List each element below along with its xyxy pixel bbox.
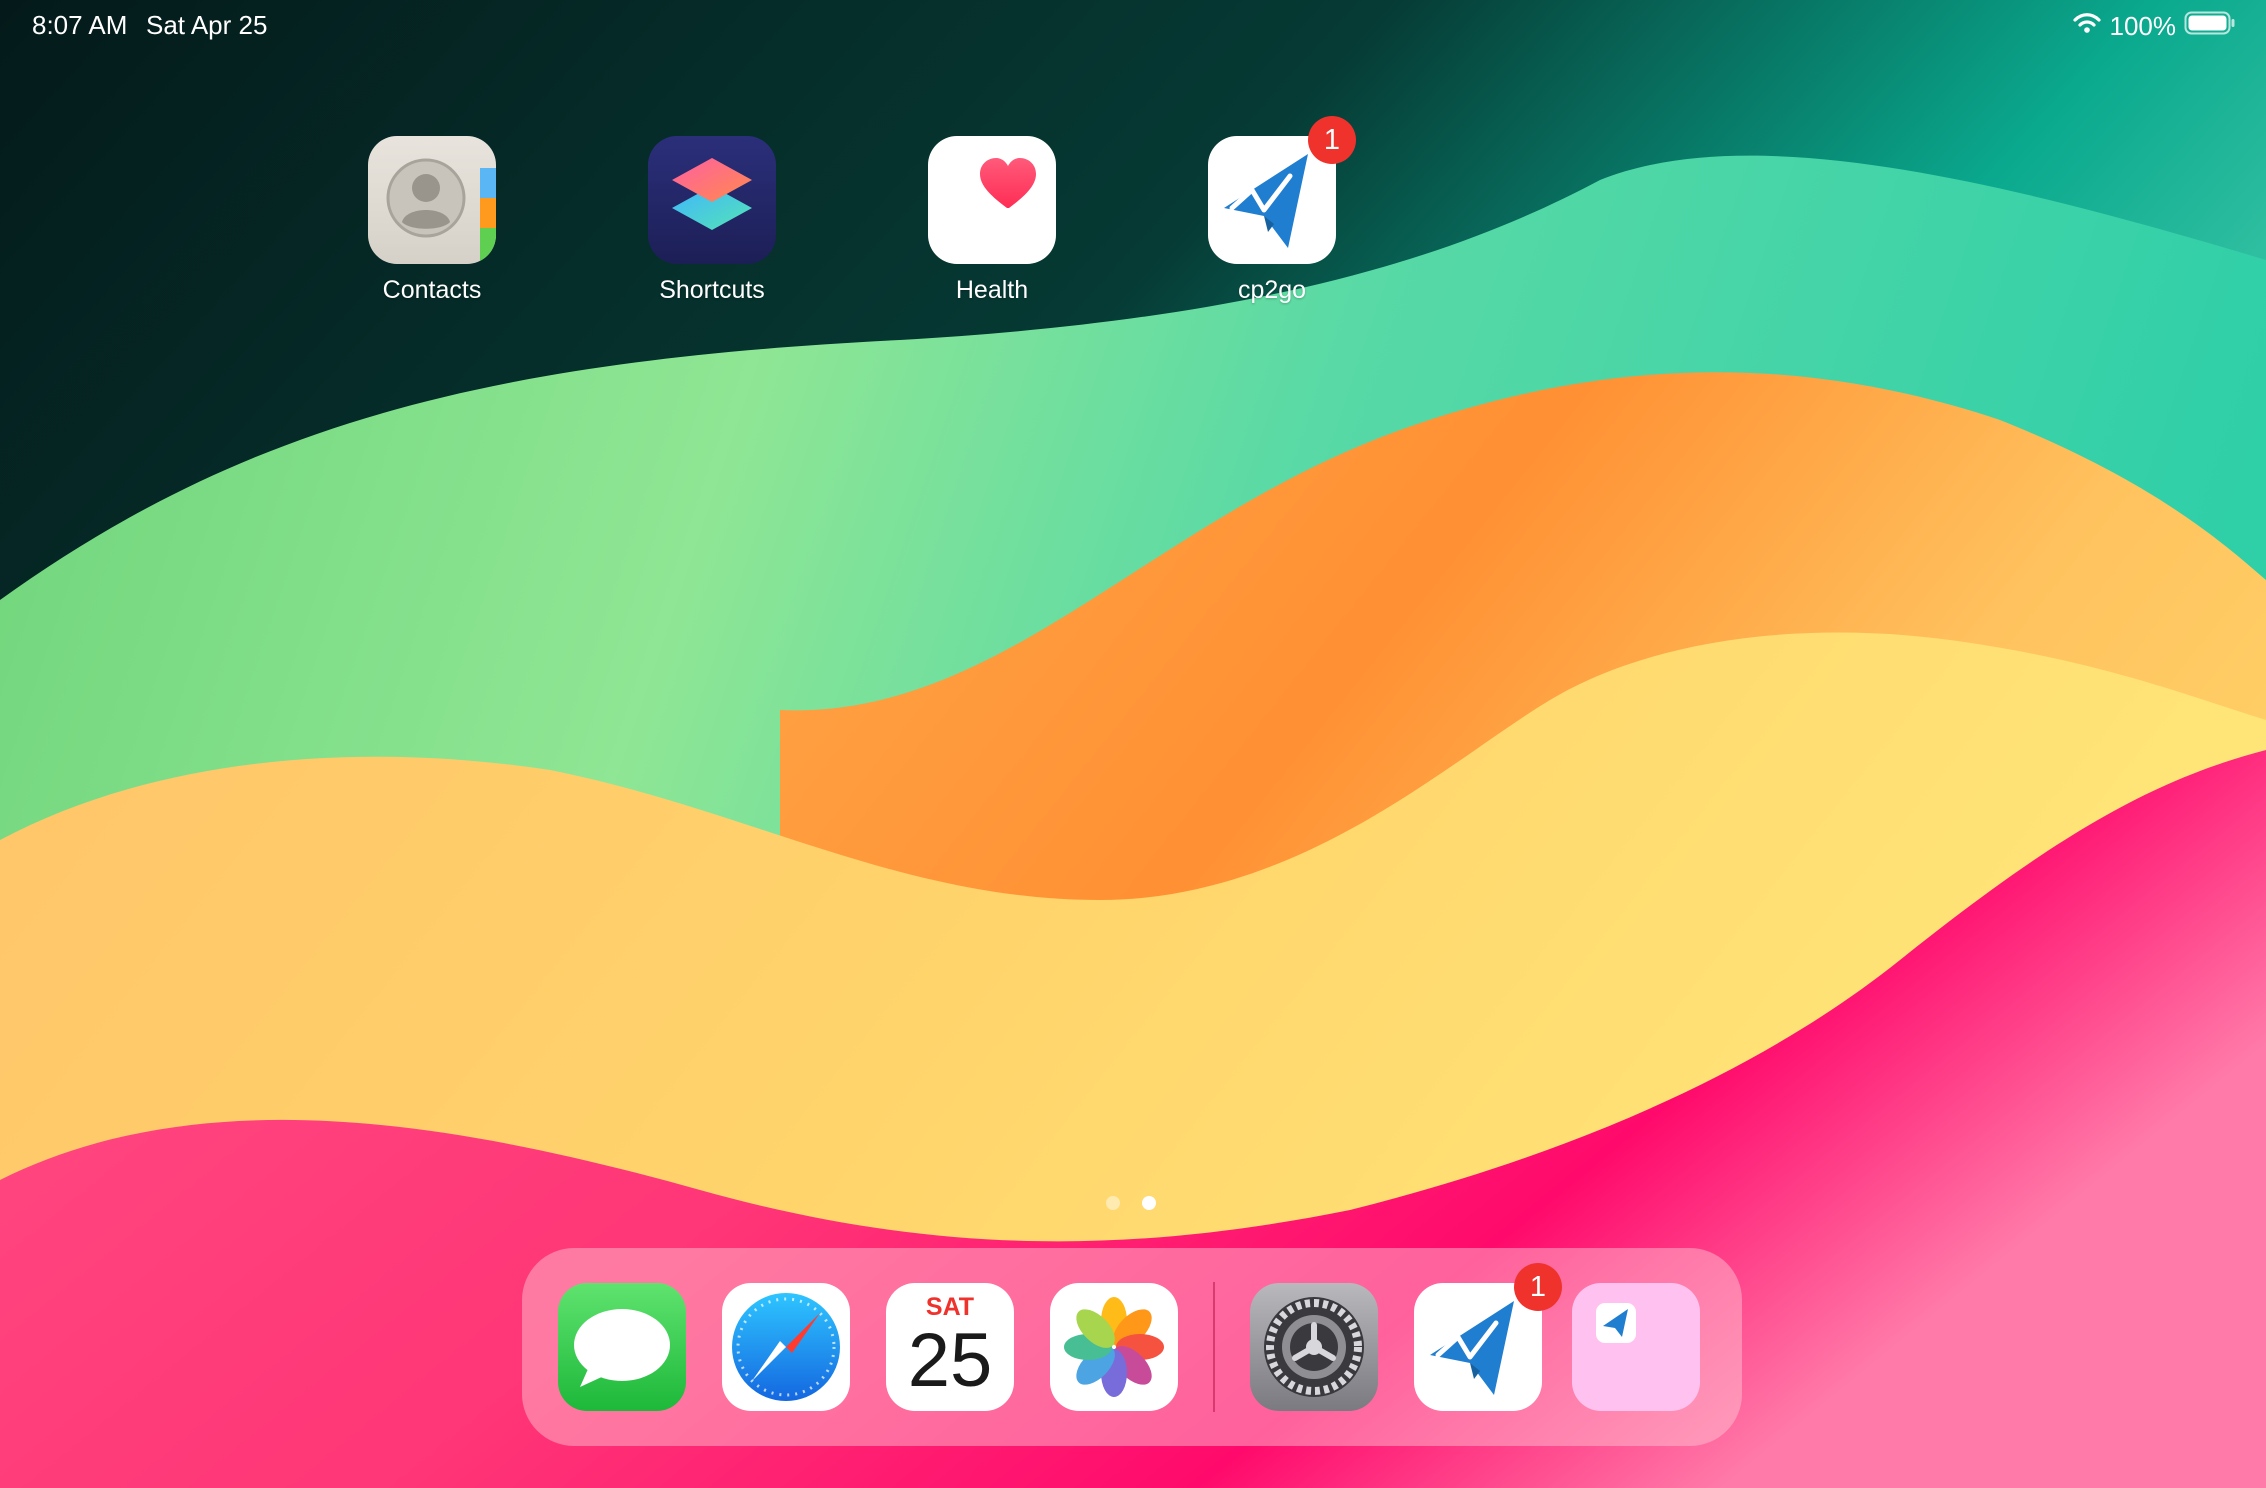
notification-badge: 1 — [1308, 116, 1356, 164]
messages-icon — [558, 1309, 686, 1415]
photos-icon — [1050, 1297, 1178, 1415]
cp2go-icon: 1 — [1208, 116, 1356, 264]
calendar-date: 25 — [907, 1318, 993, 1403]
app-label-health: Health — [955, 276, 1029, 304]
cp2go-icon — [1414, 1301, 1542, 1415]
health-icon — [928, 136, 1056, 264]
dock-notification-badge: 1 — [1514, 1263, 1562, 1311]
contacts-icon — [368, 136, 496, 264]
app-label-shortcuts: Shortcuts — [659, 276, 765, 304]
status-date: Sat Apr 25 — [146, 10, 268, 40]
battery-icon — [2184, 10, 2236, 43]
dock-app-library[interactable] — [1572, 1283, 1700, 1411]
app-contacts[interactable]: Contacts — [332, 136, 532, 305]
status-bar: 8:07 AM Sat Apr 25 100% — [0, 0, 2266, 50]
dock-photos[interactable] — [1050, 1283, 1178, 1411]
app-label-contacts: Contacts — [382, 276, 482, 304]
safari-icon — [722, 1293, 850, 1415]
app-label-cp2go: cp2go — [1237, 276, 1307, 304]
page-dot-2[interactable] — [1142, 1196, 1156, 1210]
wifi-icon — [2072, 11, 2102, 42]
status-right: 100% — [2072, 10, 2237, 43]
shortcuts-icon — [648, 136, 776, 264]
app-library-icon — [1572, 1303, 1700, 1415]
battery-percent: 100% — [2109, 11, 2177, 41]
app-health[interactable]: Health — [892, 136, 1092, 305]
settings-icon — [1250, 1297, 1378, 1415]
dock-cp2go[interactable]: 1 — [1414, 1263, 1562, 1411]
dock-calendar[interactable]: SAT 25 — [886, 1283, 1014, 1411]
status-time: 8:07 AM — [32, 10, 128, 40]
page-indicator[interactable] — [1106, 1196, 1156, 1210]
dock-safari[interactable] — [722, 1283, 850, 1411]
dock-settings[interactable] — [1250, 1283, 1378, 1411]
dock-messages[interactable] — [558, 1283, 686, 1411]
dock-divider — [1213, 1282, 1215, 1412]
app-shortcuts[interactable]: Shortcuts — [612, 136, 812, 305]
page-dot-1[interactable] — [1106, 1196, 1120, 1210]
app-cp2go[interactable]: 1 cp2go — [1172, 116, 1372, 305]
